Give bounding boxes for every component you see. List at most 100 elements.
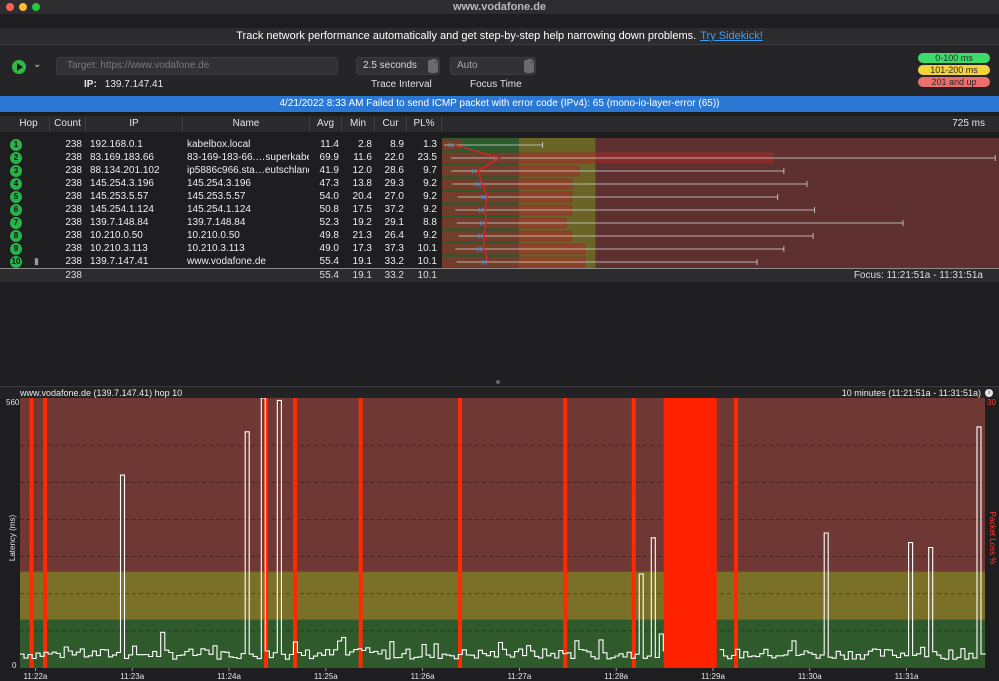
hop-avg: 41.9: [319, 165, 339, 176]
split-view-handle[interactable]: [496, 380, 500, 384]
hop-count: 238: [65, 243, 82, 254]
column-cur[interactable]: Cur: [375, 116, 407, 132]
hop-name: 10.210.0.50: [187, 230, 240, 241]
start-trace-button[interactable]: [12, 60, 26, 74]
column-min[interactable]: Min: [342, 116, 375, 132]
table-row[interactable]: 9 238 10.210.3.113 10.210.3.113 49.0 17.3 37.3…: [0, 242, 999, 255]
hop-avg: 47.3: [319, 178, 339, 189]
hop-pl: 23.5: [417, 152, 437, 163]
hop-name: 10.210.3.113: [187, 243, 245, 254]
hop-count: 238: [65, 256, 82, 267]
hop-name: 145.254.1.124: [187, 204, 251, 215]
total-pl: 10.1: [417, 270, 437, 281]
hop-avg: 69.9: [319, 152, 339, 163]
hop-ip: 145.254.1.124: [90, 204, 154, 215]
bar-chart-icon[interactable]: ▮: [34, 255, 39, 268]
toolbar: ⌄ Target: https://www.vodafone.de IP: 139…: [0, 44, 999, 96]
y-axis-label: Latency (ms): [8, 515, 17, 562]
x-tick-label: 11:27a: [507, 672, 531, 681]
hop-name: 145.253.5.57: [187, 191, 246, 202]
table-row[interactable]: 3 238 88.134.201.102 ip5886c966.sta…eutschl…: [0, 164, 999, 177]
totals-row: 238 55.4 19.1 33.2 10.1 Focus: 11:21:51a…: [0, 268, 999, 282]
hop-ip: 145.254.3.196: [90, 178, 154, 189]
hop-avg: 54.0: [319, 191, 339, 202]
x-tick-label: 11:28a: [604, 672, 628, 681]
hop-cur: 22.0: [384, 152, 404, 163]
hop-number: 10: [10, 256, 22, 268]
total-cur: 33.2: [384, 270, 404, 281]
hop-ip: 145.253.5.57: [90, 191, 149, 202]
hop-name: 83-169-183-66.…superkabel.de: [187, 152, 309, 163]
packet-loss-bar: [293, 398, 298, 668]
legend-high-latency: 201 and up: [918, 77, 990, 87]
hop-number: 3: [10, 165, 22, 177]
hop-cur: 33.2: [384, 256, 404, 267]
column-hop[interactable]: Hop: [8, 116, 50, 132]
table-row[interactable]: 10 238 139.7.147.41 www.vodafone.de 55.4 19.1…: [0, 255, 999, 268]
hop-pl: 10.1: [417, 243, 437, 254]
hop-count: 238: [65, 178, 82, 189]
table-row[interactable]: 4 238 145.254.3.196 145.254.3.196 47.3 13.8 29…: [0, 177, 999, 190]
latency-zone: [20, 398, 985, 572]
focus-range: Focus: 11:21:51a - 11:31:51a: [853, 270, 983, 281]
trace-interval-label: Trace Interval: [371, 79, 432, 90]
column-name[interactable]: Name: [183, 116, 310, 132]
ip-readout: IP: 139.7.147.41: [84, 79, 163, 90]
trace-interval-value: 2.5 seconds: [363, 60, 417, 71]
trace-interval-select[interactable]: 2.5 seconds ⌃⌄: [356, 57, 440, 75]
latency-scale-label: 725 ms: [952, 118, 985, 129]
column-ip[interactable]: IP: [86, 116, 183, 132]
info-icon[interactable]: i: [985, 389, 993, 397]
hop-min: 19.1: [352, 256, 372, 267]
latency-timeline-graph[interactable]: 560 0 30 Latency (ms) Packet Loss % 11:22a 11:…: [0, 398, 999, 681]
hop-avg: 49.0: [319, 243, 339, 254]
legend-medium-latency: 101-200 ms: [918, 65, 990, 75]
packet-loss-bar: [43, 398, 48, 668]
hop-count: 238: [65, 230, 82, 241]
table-row[interactable]: 2 238 83.169.183.66 83-169-183-66.…superkab…: [0, 151, 999, 164]
column-avg[interactable]: Avg: [310, 116, 342, 132]
table-row[interactable]: 1 238 192.168.0.1 kabelbox.local 11.4 2.8 8.9 1…: [0, 138, 999, 151]
packet-loss-bar: [563, 398, 568, 668]
hop-count: 238: [65, 217, 82, 228]
hop-pl: 9.2: [423, 178, 437, 189]
chevron-down-icon[interactable]: ⌄: [33, 59, 41, 70]
x-tick-label: 11:31a: [895, 672, 919, 681]
table-row[interactable]: 7 238 139.7.148.84 139.7.148.84 52.3 19.2 29.1…: [0, 216, 999, 229]
hop-ip: 10.210.3.113: [90, 243, 148, 254]
promo-banner: Track network performance automatically …: [0, 28, 999, 44]
hop-min: 11.6: [353, 152, 372, 163]
focus-time-label: Focus Time: [470, 79, 522, 90]
window-title: www.vodafone.de: [452, 1, 547, 13]
interval-stepper-icon[interactable]: ⌃⌄: [428, 59, 438, 73]
hop-pl: 9.2: [423, 204, 437, 215]
target-input[interactable]: Target: https://www.vodafone.de: [56, 57, 338, 75]
hop-avg: 55.4: [319, 256, 339, 267]
table-row[interactable]: 6 238 145.254.1.124 145.254.1.124 50.8 17.5 37…: [0, 203, 999, 216]
hop-number: 5: [10, 191, 22, 203]
packet-loss-bar: [264, 398, 269, 668]
hop-count: 238: [65, 165, 82, 176]
focus-stepper-icon[interactable]: ⌃⌄: [524, 59, 534, 73]
y-right-tick-max: 30: [987, 398, 996, 407]
hop-pl: 9.2: [423, 191, 437, 202]
column-count[interactable]: Count: [50, 116, 86, 132]
x-tick-label: 11:26a: [411, 672, 435, 681]
packet-loss-bar: [29, 398, 34, 668]
packet-loss-bar: [734, 398, 739, 668]
hop-pl: 9.7: [423, 165, 437, 176]
error-alert-bar: 4/21/2022 8:33 AM Failed to send ICMP pa…: [0, 96, 999, 112]
hop-ip: 83.169.183.66: [90, 152, 154, 163]
packet-loss-bar: [358, 398, 363, 668]
hop-name: 139.7.148.84: [187, 217, 246, 228]
hop-cur: 37.2: [384, 204, 404, 215]
table-row[interactable]: 5 238 145.253.5.57 145.253.5.57 54.0 20.4 27.0…: [0, 190, 999, 203]
timeline-graph-header: www.vodafone.de (139.7.147.41) hop 10 10…: [0, 386, 999, 398]
column-pl[interactable]: PL%: [407, 116, 442, 132]
focus-time-select[interactable]: Auto ⌃⌄: [450, 57, 536, 75]
hop-ip: 88.134.201.102: [90, 165, 160, 176]
try-sidekick-link[interactable]: Try Sidekick!: [700, 30, 763, 42]
table-row[interactable]: 8 238 10.210.0.50 10.210.0.50 49.8 21.3 26.4 9.…: [0, 229, 999, 242]
hop-ip: 192.168.0.1: [90, 139, 143, 150]
hop-number: 1: [10, 139, 22, 151]
